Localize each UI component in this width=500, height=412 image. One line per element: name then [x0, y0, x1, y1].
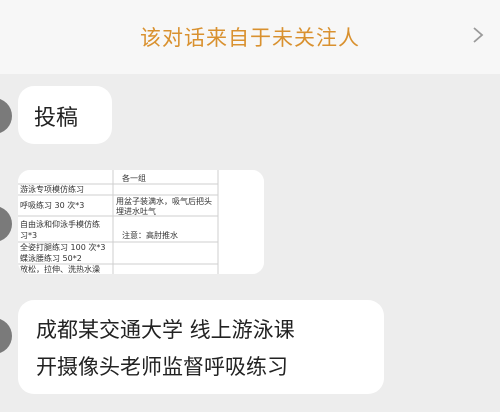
avatar[interactable]	[0, 98, 12, 134]
message-bubble[interactable]: 投稿	[18, 86, 112, 144]
table-cell: 游泳专项模仿练习	[20, 184, 84, 194]
table-cell: 全姿打腿练习 100 次*3	[20, 242, 105, 252]
message-text-line-2: 开摄像头老师监督呼吸练习	[36, 355, 288, 379]
message-text-line-1: 成都某交通大学 线上游泳课	[36, 318, 295, 342]
message-bubble[interactable]: 成都某交通大学 线上游泳课 开摄像头老师监督呼吸练习	[18, 300, 384, 394]
table-cell: 用盆子装满水，吸气后把头	[116, 196, 212, 206]
message-text: 投稿	[34, 106, 79, 131]
avatar[interactable]	[0, 206, 12, 242]
avatar[interactable]	[0, 318, 12, 354]
table-cell: 注意：高肘推水	[122, 230, 178, 240]
table-cell: 蝶泳腰练习 50*2	[20, 253, 82, 263]
unfollowed-notice-bar[interactable]: 该对话来自于未关注人	[0, 0, 500, 74]
table-cell: 各一组	[122, 173, 146, 183]
table-cell: 埋进水吐气	[116, 206, 156, 216]
chevron-right-icon	[473, 27, 484, 43]
table-cell: 放松，拉伸、洗热水澡	[20, 264, 100, 274]
table-cell: 自由泳和仰泳手模仿练	[20, 219, 100, 229]
table-cell: 呼吸练习 30 次*3	[20, 200, 84, 210]
table-cell: 习*3	[20, 231, 37, 240]
schedule-table-image: 各一组 游泳专项模仿练习 呼吸练习 30 次*3 用盆子装满水，吸气后把头 埋进…	[18, 170, 264, 274]
notice-text: 该对话来自于未关注人	[140, 26, 360, 50]
image-message[interactable]: 各一组 游泳专项模仿练习 呼吸练习 30 次*3 用盆子装满水，吸气后把头 埋进…	[18, 170, 264, 274]
chat-screen: 该对话来自于未关注人 投稿 各一组 游泳专项模仿练习 呼吸练习 30 次*3 用…	[0, 0, 500, 412]
